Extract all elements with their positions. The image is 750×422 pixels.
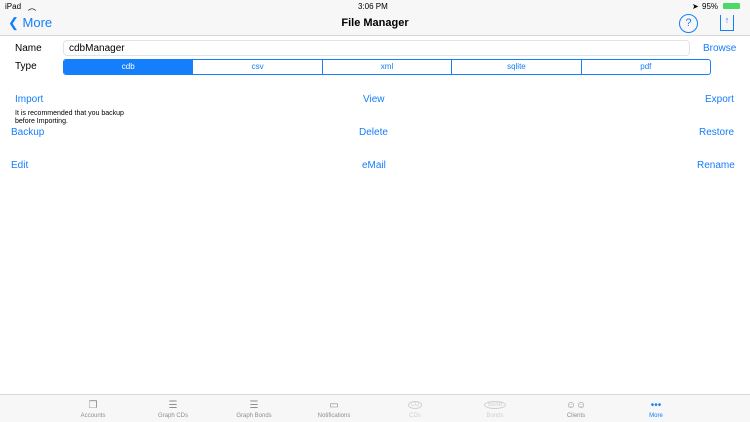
tab-graph-bonds[interactable]: ☰ Graph Bonds <box>224 397 284 420</box>
tab-more[interactable]: ••• More <box>626 397 686 420</box>
tab-bonds[interactable]: Bond Bonds <box>465 397 525 419</box>
location-icon: ➤ <box>692 2 699 11</box>
segment-csv[interactable]: csv <box>192 60 321 74</box>
rename-button[interactable]: Rename <box>697 160 735 171</box>
type-segmented-control: cdb csv xml sqlite pdf <box>63 59 711 75</box>
help-icon[interactable]: ? <box>679 14 698 33</box>
restore-button[interactable]: Restore <box>699 127 734 138</box>
page-title: File Manager <box>341 17 409 29</box>
browse-button[interactable]: Browse <box>703 43 736 54</box>
tab-label: Graph Bonds <box>236 413 272 419</box>
tab-notifications[interactable]: ▭ Notifications <box>304 397 364 420</box>
device-label: iPad <box>5 2 22 11</box>
segment-xml[interactable]: xml <box>321 60 451 74</box>
export-button[interactable]: Export <box>705 94 734 105</box>
segment-cdb[interactable]: cdb <box>64 60 193 74</box>
tab-label: Graph CDs <box>157 413 188 419</box>
graph-bonds-icon: ☰ <box>249 399 259 411</box>
import-button[interactable]: Import <box>15 94 43 105</box>
accounts-icon: ❐ <box>88 399 98 411</box>
battery-percent: 95% <box>702 2 719 11</box>
view-button[interactable]: View <box>363 94 385 105</box>
tab-label: CDs <box>409 413 421 419</box>
backup-button[interactable]: Backup <box>11 127 44 138</box>
notifications-icon: ▭ <box>329 399 339 411</box>
edit-button[interactable]: Edit <box>11 160 28 171</box>
tab-bar: ❐ Accounts ☰ Graph CDs ☰ Graph Bonds ▭ Notif… <box>0 394 750 422</box>
cds-icon-text: CD <box>407 401 423 409</box>
tab-label: Bonds <box>486 413 504 419</box>
clock: 3:06 PM <box>358 2 388 11</box>
segment-pdf[interactable]: pdf <box>580 60 710 74</box>
bonds-icon: Bond <box>465 397 525 413</box>
import-note: It is recommended that you backup before… <box>15 110 124 125</box>
clients-icon: ☺☺ <box>565 399 587 411</box>
tab-label: Notifications <box>317 413 351 419</box>
delete-button[interactable]: Delete <box>359 127 388 138</box>
tab-label: More <box>649 413 663 419</box>
name-input[interactable]: cdbManager <box>63 40 690 56</box>
more-icon: ••• <box>650 399 662 411</box>
tab-label: Clients <box>566 413 586 419</box>
tab-label: Accounts <box>80 413 106 419</box>
tab-cds[interactable]: CD CDs <box>385 397 445 419</box>
battery-icon <box>723 3 740 9</box>
graph-cds-icon: ☰ <box>168 399 178 411</box>
tab-clients[interactable]: ☺☺ Clients <box>546 397 606 420</box>
nav-bar: ❮ More File Manager ? ↑ <box>0 12 750 36</box>
tab-accounts[interactable]: ❐ Accounts <box>63 397 123 420</box>
share-icon[interactable]: ↑ <box>720 15 734 31</box>
segment-sqlite[interactable]: sqlite <box>451 60 580 74</box>
cds-icon: CD <box>385 397 445 413</box>
type-label: Type <box>15 61 37 72</box>
name-label: Name <box>15 43 42 54</box>
bonds-icon-text: Bond <box>483 401 506 409</box>
tab-graph-cds[interactable]: ☰ Graph CDs <box>143 397 203 420</box>
status-bar: iPad ︵ 3:06 PM ➤ 95% <box>0 0 750 12</box>
email-button[interactable]: eMail <box>362 160 386 171</box>
